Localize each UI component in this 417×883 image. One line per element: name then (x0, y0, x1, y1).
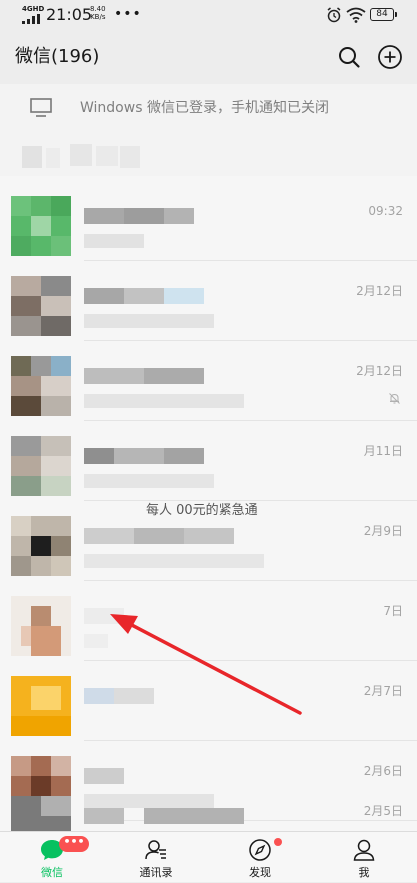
chat-time: 2月5日 (363, 804, 403, 818)
search-button[interactable] (336, 44, 362, 70)
contact-name-obscured (84, 208, 194, 226)
search-icon (339, 47, 360, 68)
contact-name-obscured (84, 288, 204, 306)
chat-time: 2月9日 (363, 524, 403, 538)
chat-time: 2月12日 (356, 364, 403, 378)
tab-label: 微信 (41, 866, 63, 879)
message-preview-obscured (84, 474, 214, 488)
avatar (11, 676, 71, 736)
chat-row[interactable]: 2月12日 (0, 260, 417, 341)
obscured-strip (0, 134, 417, 176)
status-bar: 4GHD 21:05 8.40 KB/s ••• 84 (0, 0, 417, 30)
monitor-icon (30, 98, 52, 117)
network-speed-unit: KB/s (90, 13, 106, 21)
contact-name-obscured (84, 368, 204, 386)
compass-icon (249, 839, 271, 861)
chat-row[interactable]: 2月12日 (0, 340, 417, 421)
avatar (11, 796, 71, 831)
contact-name-obscured (84, 528, 234, 546)
app-header: 微信(196) (0, 30, 417, 84)
network-type: 4GHD (22, 5, 45, 13)
avatar (11, 436, 71, 496)
message-preview-obscured (84, 634, 108, 648)
contact-name-obscured (84, 448, 204, 466)
message-preview-obscured (84, 234, 144, 248)
add-button[interactable] (377, 44, 403, 70)
signal-icon (22, 14, 40, 24)
message-preview-obscured (84, 554, 264, 568)
tab-label: 发现 (249, 866, 271, 879)
avatar (11, 276, 71, 336)
battery-indicator: 84 (370, 8, 397, 21)
new-indicator-dot (274, 838, 282, 846)
chat-row[interactable]: 2月7日 (0, 660, 417, 741)
tab-chats[interactable]: ••• 微信 (0, 832, 104, 883)
plus-circle-icon (378, 45, 402, 69)
desktop-login-banner[interactable]: Windows 微信已登录，手机通知已关闭 (0, 84, 417, 134)
chat-time: 7日 (383, 604, 403, 618)
chat-time: 2月7日 (363, 684, 403, 698)
tab-contacts[interactable]: 通讯录 (104, 832, 208, 883)
chat-time: 月11日 (363, 444, 403, 458)
contacts-icon (145, 840, 166, 860)
chat-row[interactable]: 2月5日 (0, 780, 417, 831)
chat-row[interactable]: 09:32 (0, 180, 417, 261)
message-preview-obscured (84, 394, 244, 408)
chat-row[interactable]: 月11日 (0, 420, 417, 501)
clock-time: 21:05 (46, 5, 93, 24)
contact-name-obscured (84, 608, 124, 626)
avatar (11, 196, 71, 256)
network-speed: 8.40 KB/s (90, 5, 106, 21)
tab-label: 通讯录 (139, 866, 173, 879)
banner-text: Windows 微信已登录，手机通知已关闭 (80, 100, 329, 116)
avatar (11, 516, 71, 576)
page-title: 微信(196) (15, 46, 100, 67)
avatar (11, 356, 71, 416)
network-speed-value: 8.40 (90, 5, 106, 13)
tab-discover[interactable]: 发现 (208, 832, 312, 883)
chat-row[interactable]: 7日 (0, 580, 417, 661)
contact-name-obscured (84, 688, 154, 706)
message-preview-obscured (84, 314, 214, 328)
tab-label: 我 (358, 866, 370, 879)
alarm-icon (327, 7, 341, 23)
person-icon (353, 839, 375, 861)
tab-me[interactable]: 我 (312, 832, 416, 883)
message-preview-partial: 每人 00元的紧急通 (146, 503, 258, 518)
contact-name-obscured (84, 808, 244, 826)
avatar (11, 596, 71, 656)
bottom-tab-bar: ••• 微信 通讯录 发现 我 (0, 831, 417, 882)
chat-time: 09:32 (368, 204, 403, 218)
mute-bell-icon (389, 393, 400, 404)
chat-time: 2月6日 (363, 764, 403, 778)
wifi-icon (346, 7, 366, 23)
chat-time: 2月12日 (356, 284, 403, 298)
unread-badge: ••• (59, 836, 89, 852)
more-notifications-icon: ••• (114, 6, 142, 22)
